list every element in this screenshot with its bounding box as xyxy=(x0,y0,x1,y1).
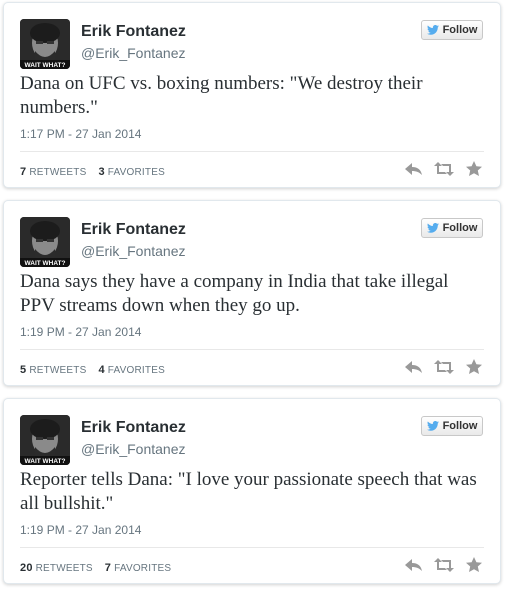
divider xyxy=(20,349,484,350)
retweet-count[interactable]: 5 xyxy=(20,364,26,376)
avatar-caption: WAIT WHAT? xyxy=(24,458,65,465)
favorite-count[interactable]: 4 xyxy=(98,364,104,376)
follow-label: Follow xyxy=(442,222,478,234)
favorites-label[interactable]: FAVORITES xyxy=(108,365,165,376)
avatar-caption: WAIT WHAT? xyxy=(24,62,65,69)
star-icon[interactable] xyxy=(464,557,484,573)
favorite-count[interactable]: 3 xyxy=(98,166,104,178)
avatar[interactable]: WAIT WHAT? xyxy=(20,217,70,267)
follow-label: Follow xyxy=(442,420,478,432)
tweet-stats: 7 RETWEETS 3 FAVORITES xyxy=(20,166,165,178)
author-handle[interactable]: @Erik_Fontanez xyxy=(81,441,185,457)
favorite-count[interactable]: 7 xyxy=(105,562,111,574)
author-name[interactable]: Erik Fontanez xyxy=(81,419,186,437)
star-icon[interactable] xyxy=(464,161,484,177)
tweet-text: Reporter tells Dana: "I love your passio… xyxy=(20,469,477,514)
tweet-timestamp[interactable]: 1:19 PM - 27 Jan 2014 xyxy=(20,325,141,339)
divider xyxy=(20,151,484,152)
tweet-timestamp[interactable]: 1:17 PM - 27 Jan 2014 xyxy=(20,127,141,141)
retweets-label[interactable]: RETWEETS xyxy=(29,365,86,376)
tweet-card: WAIT WHAT? Erik Fontanez @Erik_Fontanez … xyxy=(3,398,501,584)
reply-icon[interactable] xyxy=(404,359,424,375)
author-handle[interactable]: @Erik_Fontanez xyxy=(81,243,185,259)
divider xyxy=(20,547,484,548)
retweet-icon[interactable] xyxy=(434,359,454,375)
tweet-text: Dana says they have a company in India t… xyxy=(20,271,449,316)
author-name[interactable]: Erik Fontanez xyxy=(81,23,186,41)
tweet-actions xyxy=(404,359,484,375)
follow-button[interactable]: Follow xyxy=(421,20,483,40)
retweet-icon[interactable] xyxy=(434,557,454,573)
twitter-bird-icon xyxy=(426,25,439,35)
favorites-label[interactable]: FAVORITES xyxy=(108,167,165,178)
tweet-actions xyxy=(404,161,484,177)
tweet-text: Dana on UFC vs. boxing numbers: "We dest… xyxy=(20,73,423,118)
reply-icon[interactable] xyxy=(404,557,424,573)
tweet-stats: 5 RETWEETS 4 FAVORITES xyxy=(20,364,165,376)
retweets-label[interactable]: RETWEETS xyxy=(29,167,86,178)
retweet-count[interactable]: 20 xyxy=(20,562,33,574)
reply-icon[interactable] xyxy=(404,161,424,177)
tweet-card: WAIT WHAT? Erik Fontanez @Erik_Fontanez … xyxy=(3,200,501,386)
retweets-label[interactable]: RETWEETS xyxy=(36,563,93,574)
tweet-card: WAIT WHAT? Erik Fontanez @Erik_Fontanez … xyxy=(3,2,501,188)
retweet-count[interactable]: 7 xyxy=(20,166,26,178)
twitter-bird-icon xyxy=(426,223,439,233)
follow-button[interactable]: Follow xyxy=(421,416,483,436)
avatar-caption: WAIT WHAT? xyxy=(24,260,65,267)
tweet-timestamp[interactable]: 1:19 PM - 27 Jan 2014 xyxy=(20,523,141,537)
follow-label: Follow xyxy=(442,24,478,36)
favorites-label[interactable]: FAVORITES xyxy=(114,563,171,574)
star-icon[interactable] xyxy=(464,359,484,375)
retweet-icon[interactable] xyxy=(434,161,454,177)
author-handle[interactable]: @Erik_Fontanez xyxy=(81,45,185,61)
author-name[interactable]: Erik Fontanez xyxy=(81,221,186,239)
avatar[interactable]: WAIT WHAT? xyxy=(20,415,70,465)
tweet-actions xyxy=(404,557,484,573)
avatar[interactable]: WAIT WHAT? xyxy=(20,19,70,69)
follow-button[interactable]: Follow xyxy=(421,218,483,238)
tweet-stats: 20 RETWEETS 7 FAVORITES xyxy=(20,562,171,574)
tweet-feed: WAIT WHAT? Erik Fontanez @Erik_Fontanez … xyxy=(0,0,507,591)
twitter-bird-icon xyxy=(426,421,439,431)
